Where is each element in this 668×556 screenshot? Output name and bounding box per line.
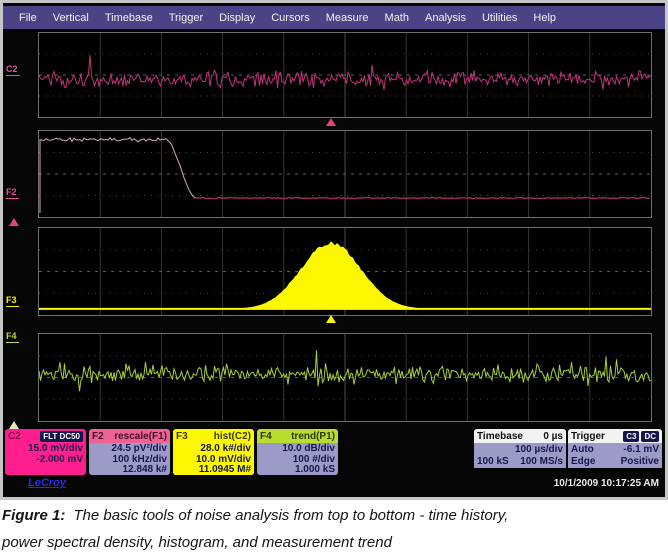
trigger-title: Trigger bbox=[571, 431, 605, 442]
f4-offset-marker-icon[interactable] bbox=[9, 421, 19, 429]
menu-item-utilities[interactable]: Utilities bbox=[474, 12, 525, 24]
f3-descriptor-box[interactable]: F3 hist(C2) 28.0 k#/div 10.0 mV/div 11.0… bbox=[173, 429, 254, 475]
menu-item-timebase[interactable]: Timebase bbox=[97, 12, 161, 24]
f4-descriptor-box[interactable]: F4 trend(P1) 10.0 dB/div 100 #/div 1.000… bbox=[257, 429, 338, 475]
c2-waveform bbox=[39, 33, 651, 117]
panel-power-spectral-density bbox=[38, 130, 652, 218]
c2-coupling-badge: FLT DC50 bbox=[40, 431, 83, 442]
lecroy-logo: LeCroy bbox=[28, 477, 66, 489]
menu-item-display[interactable]: Display bbox=[211, 12, 263, 24]
f2-vertical-scale: 24.5 pV²/div bbox=[92, 444, 167, 455]
c2-descriptor-box[interactable]: C2 FLT DC50 15.0 mV/div -2.000 mV bbox=[5, 429, 86, 475]
panel-time-history bbox=[38, 32, 652, 118]
f4-channel-label: F4 bbox=[260, 431, 272, 442]
timebase-box[interactable]: Timebase 0 µs 100 µs/div 100 kS 100 MS/s bbox=[474, 429, 566, 472]
scope-frame: File Vertical Timebase Trigger Display C… bbox=[0, 0, 668, 500]
f3-channel-label: F3 bbox=[176, 431, 188, 442]
menu-item-measure[interactable]: Measure bbox=[318, 12, 377, 24]
trigger-coupling-badge: DC bbox=[641, 431, 659, 442]
f2-waveform bbox=[39, 131, 651, 217]
f2-trace-label[interactable]: F2 bbox=[6, 188, 19, 199]
figure-caption: Figure 1: The basic tools of noise analys… bbox=[2, 502, 666, 556]
menu-item-vertical[interactable]: Vertical bbox=[45, 12, 97, 24]
menu-item-analysis[interactable]: Analysis bbox=[417, 12, 474, 24]
trigger-type: Edge bbox=[571, 456, 595, 468]
f4-trace-label[interactable]: F4 bbox=[6, 332, 19, 343]
f3-trace-label[interactable]: F3 bbox=[6, 296, 19, 307]
menu-item-trigger[interactable]: Trigger bbox=[161, 12, 211, 24]
panel-measurement-trend bbox=[38, 333, 652, 422]
scope-display: File Vertical Timebase Trigger Display C… bbox=[3, 3, 665, 497]
menu-item-cursors[interactable]: Cursors bbox=[263, 12, 318, 24]
trigger-source-badge: C3 bbox=[623, 431, 639, 442]
f3-population: 11.0945 M# bbox=[176, 465, 251, 475]
trigger-slope: Positive bbox=[621, 456, 659, 468]
panel-histogram bbox=[38, 227, 652, 316]
caption-line1: The basic tools of noise analysis from t… bbox=[73, 507, 508, 524]
trigger-time-marker-icon[interactable] bbox=[326, 118, 336, 126]
f2-offset-marker-icon[interactable] bbox=[9, 218, 19, 226]
menu-item-help[interactable]: Help bbox=[525, 12, 564, 24]
f4-function-label: trend(P1) bbox=[291, 431, 335, 442]
trigger-mode: Auto bbox=[571, 444, 594, 456]
f3-waveform bbox=[39, 228, 651, 315]
f2-function-label: rescale(F1) bbox=[114, 431, 167, 442]
caption-line2: power spectral density, histogram, and m… bbox=[2, 534, 392, 551]
c2-offset: -2.000 mV bbox=[8, 455, 83, 466]
c2-channel-label: C2 bbox=[8, 431, 21, 442]
f3-center-marker-icon[interactable] bbox=[326, 315, 336, 323]
f2-descriptor-box[interactable]: F2 rescale(F1) 24.5 pV²/div 100 kHz/div … bbox=[89, 429, 170, 475]
trigger-box[interactable]: Trigger C3 DC Auto -6.1 mV Edge Positive bbox=[568, 429, 662, 472]
timebase-title: Timebase bbox=[477, 431, 523, 442]
timebase-sample-rate: 100 MS/s bbox=[520, 456, 563, 468]
f2-channel-label: F2 bbox=[92, 431, 104, 442]
figure-label: Figure 1: bbox=[2, 507, 65, 524]
screenshot: File Vertical Timebase Trigger Display C… bbox=[0, 0, 668, 556]
menu-bar: File Vertical Timebase Trigger Display C… bbox=[3, 6, 665, 29]
f4-record-length: 1.000 kS bbox=[260, 465, 335, 475]
f4-vertical-scale: 10.0 dB/div bbox=[260, 444, 335, 455]
timebase-samples: 100 kS bbox=[477, 456, 509, 468]
timebase-scale: 100 µs/div bbox=[515, 444, 563, 456]
f3-vertical-scale: 28.0 k#/div bbox=[176, 444, 251, 455]
timestamp: 10/1/2009 10:17:25 AM bbox=[554, 478, 659, 489]
f2-record-length: 12.848 k# bbox=[92, 465, 167, 475]
f4-waveform bbox=[39, 334, 651, 421]
c2-trace-label[interactable]: C2 bbox=[6, 65, 20, 76]
timebase-offset: 0 µs bbox=[543, 431, 563, 442]
trigger-level: -6.1 mV bbox=[623, 444, 659, 456]
menu-item-math[interactable]: Math bbox=[377, 12, 417, 24]
menu-item-file[interactable]: File bbox=[11, 12, 45, 24]
f3-function-label: hist(C2) bbox=[214, 431, 251, 442]
c2-vertical-scale: 15.0 mV/div bbox=[8, 444, 83, 455]
